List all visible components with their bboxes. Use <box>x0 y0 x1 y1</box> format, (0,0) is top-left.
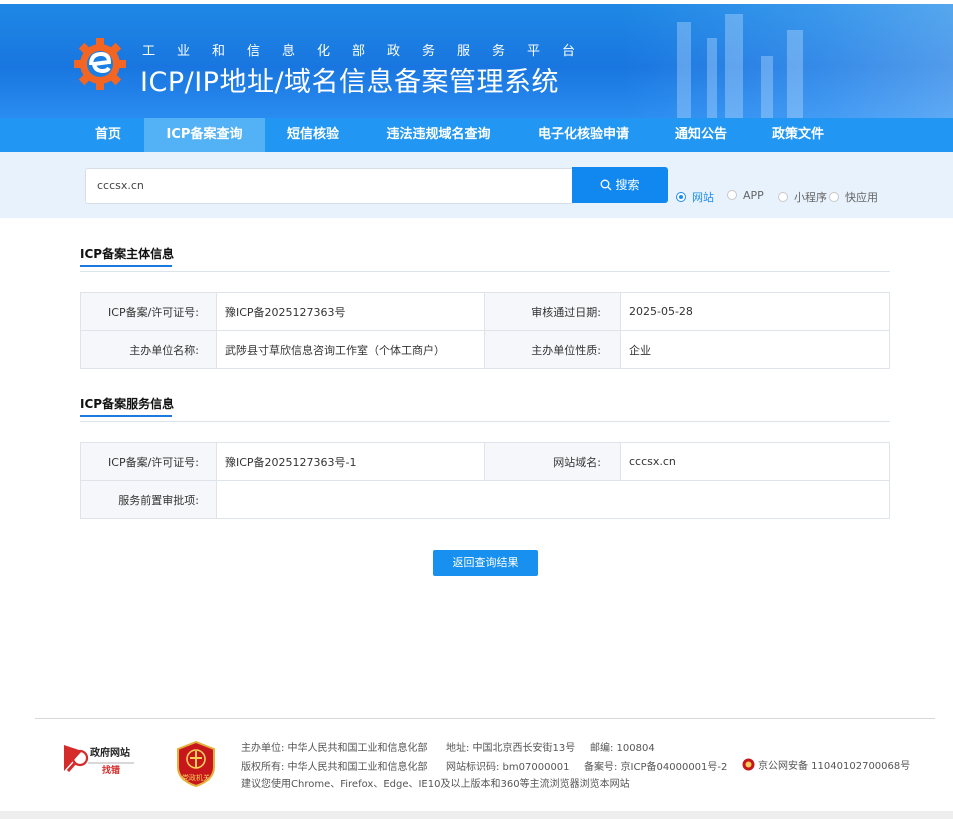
footer-site-code: 网站标识码: bm07000001 <box>446 762 570 773</box>
radio-app[interactable]: APP <box>727 189 764 202</box>
footer-sponsor: 主办单位: 中华人民共和国工业和信息化部 <box>241 743 428 754</box>
search-input[interactable]: cccsx.cn <box>85 168 573 204</box>
site-header: 工业和信息化部政务服务平台 ICP/IP地址/域名信息备案管理系统 <box>0 4 953 118</box>
radio-dot-icon <box>778 192 788 202</box>
sponsor-name-label: 主办单位名称: <box>80 330 217 369</box>
radio-label: 小程序 <box>794 191 827 204</box>
nav-item-home[interactable]: 首页 <box>72 118 144 152</box>
nav-item-illegal-domain[interactable]: 违法违规域名查询 <box>361 118 516 152</box>
footer-browser-tip: 建议您使用Chrome、Firefox、Edge、IE10及以上版本和360等主… <box>241 779 630 790</box>
gov-logo-text: 政府网站 <box>90 748 130 759</box>
radio-dot-icon <box>829 192 839 202</box>
table-row: 主办单位名称: 武陟县寸草欣信息咨询工作室（个体工商户） 主办单位性质: 企业 <box>80 330 890 369</box>
pre-approval-label: 服务前置审批项: <box>80 480 217 519</box>
building-decoration <box>761 56 773 118</box>
approval-date-label: 审核通过日期: <box>484 292 621 331</box>
footer-divider <box>35 718 935 719</box>
nav-item-policy[interactable]: 政策文件 <box>751 118 845 152</box>
police-record-text: 京公网安备 11040102700068号 <box>758 761 911 772</box>
domain-value: cccsx.cn <box>620 442 890 481</box>
radio-dot-icon <box>676 192 686 202</box>
footer-address: 地址: 中国北京西长安街13号 <box>446 743 576 754</box>
radio-quick-app[interactable]: 快应用 <box>829 189 878 205</box>
platform-subtitle: 工业和信息化部政务服务平台 <box>142 44 598 59</box>
party-gov-badge[interactable]: 党政机关 <box>176 740 216 788</box>
sponsor-name-value: 武陟县寸草欣信息咨询工作室（个体工商户） <box>216 330 485 369</box>
service-icp-label: ICP备案/许可证号: <box>80 442 217 481</box>
building-decoration <box>707 38 717 118</box>
main-nav: 首页 ICP备案查询 短信核验 违法违规域名查询 电子化核验申请 通知公告 政策… <box>0 118 953 152</box>
icp-license-value: 豫ICP备2025127363号 <box>216 292 485 331</box>
pre-approval-value <box>216 480 890 519</box>
building-decoration <box>677 22 691 118</box>
nav-item-e-verify[interactable]: 电子化核验申请 <box>516 118 651 152</box>
subject-info-table: ICP备案/许可证号: 豫ICP备2025127363号 审核通过日期: 202… <box>80 292 890 369</box>
police-badge-icon <box>742 758 755 771</box>
footer-icp-record-link[interactable]: 备案号: 京ICP备04000001号-2 <box>584 758 727 773</box>
badge-text: 党政机关 <box>182 774 210 782</box>
subject-section-title: ICP备案主体信息 <box>80 245 174 267</box>
radio-website[interactable]: 网站 <box>676 189 714 205</box>
back-to-results-button[interactable]: 返回查询结果 <box>433 550 538 576</box>
title-underline <box>80 415 172 417</box>
search-button-label: 搜索 <box>615 178 640 192</box>
radio-label: 网站 <box>692 191 714 204</box>
table-row: 服务前置审批项: <box>80 480 890 519</box>
domain-label: 网站域名: <box>484 442 621 481</box>
building-decoration <box>787 30 803 118</box>
icp-license-label: ICP备案/许可证号: <box>80 292 217 331</box>
table-row: ICP备案/许可证号: 豫ICP备2025127363号 审核通过日期: 202… <box>80 292 890 331</box>
nav-item-sms-verify[interactable]: 短信核验 <box>265 118 361 152</box>
sponsor-type-value: 企业 <box>620 330 890 369</box>
bottom-strip <box>0 811 953 819</box>
service-icp-value: 豫ICP备2025127363号-1 <box>216 442 485 481</box>
sponsor-type-label: 主办单位性质: <box>484 330 621 369</box>
service-info-table: ICP备案/许可证号: 豫ICP备2025127363号-1 网站域名: ccc… <box>80 442 890 519</box>
footer-postcode: 邮编: 100804 <box>590 743 655 754</box>
section-divider <box>80 421 890 422</box>
radio-label: APP <box>743 189 764 202</box>
radio-label: 快应用 <box>845 191 878 204</box>
gov-site-error-logo[interactable]: 政府网站 找错 <box>62 741 140 777</box>
nav-item-icp-query[interactable]: ICP备案查询 <box>144 118 265 152</box>
search-band: cccsx.cn 搜索 网站 APP 小程序 快应用 <box>0 152 953 218</box>
service-section-title: ICP备案服务信息 <box>80 395 174 417</box>
radio-mini-program[interactable]: 小程序 <box>778 189 827 205</box>
approval-date-value: 2025-05-28 <box>620 292 890 331</box>
building-decoration <box>725 14 743 118</box>
search-button[interactable]: 搜索 <box>572 167 668 203</box>
system-title: ICP/IP地址/域名信息备案管理系统 <box>140 67 560 98</box>
nav-item-notices[interactable]: 通知公告 <box>651 118 751 152</box>
title-underline <box>80 265 172 267</box>
section-divider <box>80 271 890 272</box>
miit-gear-logo-icon[interactable] <box>72 36 128 92</box>
table-row: ICP备案/许可证号: 豫ICP备2025127363号-1 网站域名: ccc… <box>80 442 890 481</box>
radio-dot-icon <box>727 190 737 200</box>
footer-copyright: 版权所有: 中华人民共和国工业和信息化部 <box>241 762 428 773</box>
gov-logo-subtext: 找错 <box>102 766 121 776</box>
search-icon <box>601 179 612 191</box>
footer-police-record-link[interactable]: 京公网安备 11040102700068号 <box>742 757 910 772</box>
